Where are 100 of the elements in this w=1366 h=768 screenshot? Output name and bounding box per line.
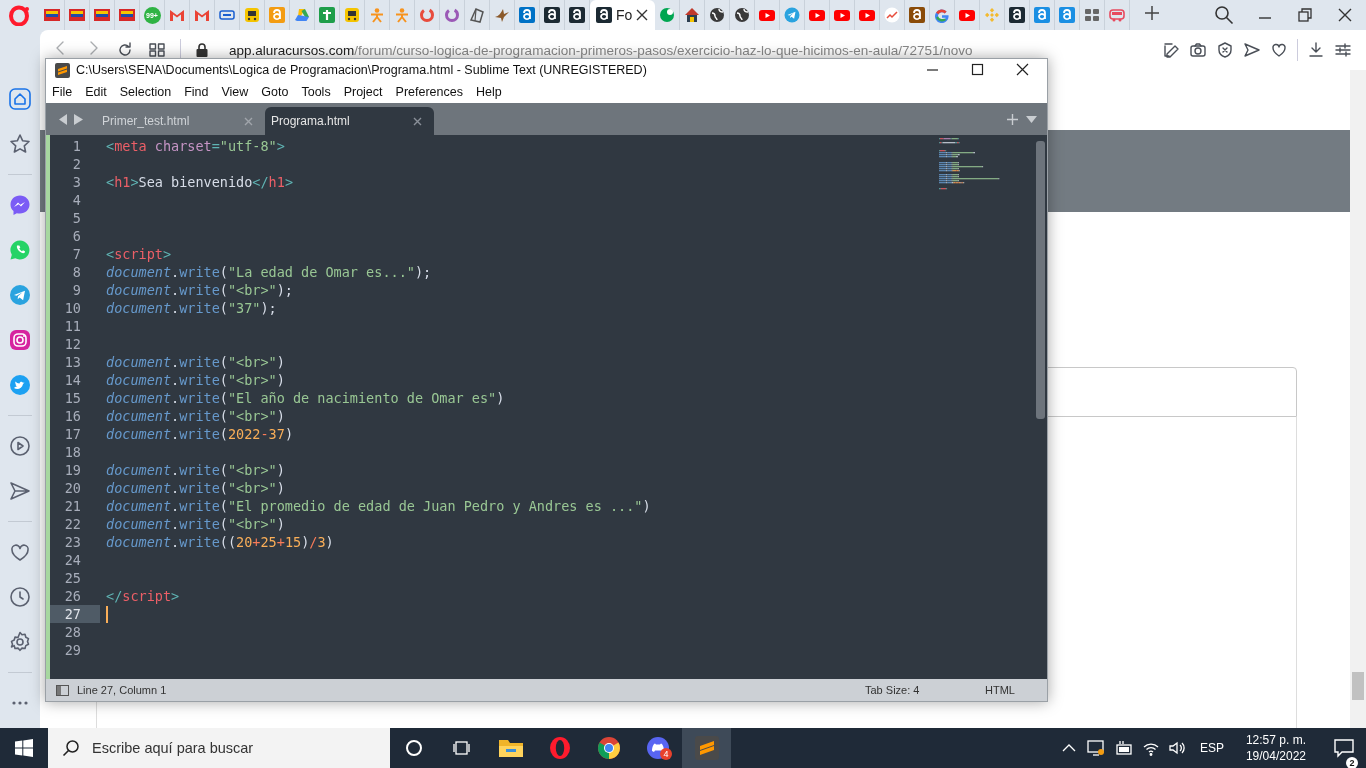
- code-line: document.write(2022-37): [106, 425, 293, 443]
- messenger-icon[interactable]: [9, 194, 31, 216]
- line-number: 13: [63, 353, 82, 371]
- lock-icon: [195, 42, 209, 58]
- code-line: document.write("<br>"): [106, 479, 285, 497]
- close-icon[interactable]: [1336, 6, 1354, 24]
- line-number: 8: [71, 263, 82, 281]
- menu-item[interactable]: File: [52, 85, 73, 99]
- line-number: 21: [63, 497, 82, 515]
- clock-time[interactable]: 12:57 p. m.: [1245, 732, 1306, 748]
- language-indicator[interactable]: ESP: [1199, 741, 1224, 755]
- windows-logo-icon[interactable]: [15, 739, 33, 757]
- code-line: document.write("<br>"): [106, 371, 285, 389]
- line-number: 23: [63, 533, 82, 551]
- sliders-icon[interactable]: [1334, 41, 1352, 59]
- grid-icon[interactable]: [148, 41, 166, 59]
- line-number: 27: [50, 605, 100, 623]
- task-view-icon[interactable]: [453, 739, 471, 757]
- reload-icon[interactable]: [116, 41, 134, 59]
- menu-item[interactable]: Edit: [85, 85, 107, 99]
- menu-item[interactable]: Help: [475, 85, 502, 99]
- code-line: <meta charset="utf-8">: [106, 137, 285, 155]
- maximize-icon[interactable]: [970, 62, 986, 78]
- menu-item[interactable]: Find: [184, 85, 209, 99]
- line-number: 17: [63, 425, 82, 443]
- panel-icon[interactable]: [56, 684, 69, 696]
- line-number: 29: [63, 641, 82, 659]
- line-number: 6: [71, 227, 82, 245]
- code-line: document.write("<br>"): [106, 461, 285, 479]
- send-icon[interactable]: [1243, 41, 1261, 59]
- line-number: 28: [63, 623, 82, 641]
- close-icon[interactable]: [636, 9, 649, 21]
- heart-icon[interactable]: [9, 541, 31, 563]
- line-number: 12: [63, 335, 82, 353]
- snapshot-pen-icon[interactable]: [1162, 41, 1180, 59]
- clock-icon[interactable]: [9, 586, 31, 608]
- line-number: 19: [63, 461, 82, 479]
- line-number: 11: [63, 317, 82, 335]
- home-icon[interactable]: [9, 88, 31, 110]
- heart-icon[interactable]: [1270, 41, 1288, 59]
- menu-item[interactable]: Project: [343, 85, 383, 99]
- dropdown-icon[interactable]: [1026, 113, 1037, 125]
- right-arrow-icon[interactable]: [74, 113, 83, 125]
- code-line: <script>: [106, 245, 172, 263]
- code-line: document.write("<br>");: [106, 281, 293, 299]
- menu-item[interactable]: Preferences: [395, 85, 463, 99]
- menu-item[interactable]: Tools: [301, 85, 331, 99]
- plus-icon[interactable]: [1007, 113, 1018, 125]
- search-field[interactable]: Escribe aquí para buscar: [48, 728, 390, 768]
- line-number: 24: [63, 551, 82, 569]
- restore-icon[interactable]: [1296, 6, 1314, 24]
- scrollbar-thumb[interactable]: [1036, 141, 1045, 419]
- count-badge: 2: [1346, 757, 1358, 768]
- taskbar-app-button[interactable]: 4: [633, 728, 682, 768]
- monitor-icon[interactable]: [1085, 739, 1106, 757]
- window-title: C:\Users\SENA\Documents\Logica de Programacion\Programa.html - Sublime Text (UNREGISTERED): [76, 63, 647, 77]
- send-icon[interactable]: [9, 480, 31, 502]
- code-line: document.write("<br>"): [106, 407, 285, 425]
- line-number: 5: [71, 209, 82, 227]
- notification-icon[interactable]: [1333, 738, 1355, 758]
- clock-date[interactable]: 19/04/2022: [1245, 748, 1306, 764]
- close-icon[interactable]: [1015, 62, 1031, 78]
- menu-item[interactable]: Selection: [119, 85, 172, 99]
- camera-icon[interactable]: [1189, 41, 1207, 59]
- code-line: document.write("<br>"): [106, 515, 285, 533]
- line-number: 22: [63, 515, 82, 533]
- line-number: 18: [63, 443, 82, 461]
- download-icon[interactable]: [1307, 41, 1325, 59]
- search-icon[interactable]: [1214, 5, 1234, 25]
- line-number: 3: [71, 173, 82, 191]
- new-tab-icon[interactable]: [1144, 5, 1160, 21]
- app-logo-icon: [55, 62, 70, 78]
- instagram-icon[interactable]: [9, 329, 31, 351]
- shield-icon[interactable]: [1216, 41, 1234, 59]
- star-icon[interactable]: [9, 133, 31, 155]
- left-arrow-icon[interactable]: [59, 113, 68, 125]
- bird-icon[interactable]: [9, 374, 31, 396]
- code-line: </script>: [106, 587, 180, 605]
- editor-tab[interactable]: Programa.html: [265, 107, 434, 135]
- tab-size[interactable]: Tab Size: 4: [865, 684, 977, 696]
- line-number: 1: [71, 137, 82, 155]
- browser-logo-icon[interactable]: [9, 4, 31, 26]
- line-number: 15: [63, 389, 82, 407]
- telegram-icon[interactable]: [9, 284, 31, 306]
- battery-icon[interactable]: [1113, 739, 1134, 757]
- circle-icon[interactable]: [405, 739, 423, 757]
- line-number: 25: [63, 569, 82, 587]
- settings-icon[interactable]: [9, 631, 31, 653]
- browser-tab[interactable]: Fo: [590, 0, 655, 30]
- play-circle-icon[interactable]: [9, 435, 31, 457]
- syntax-mode[interactable]: HTML: [985, 684, 1047, 696]
- menu-item[interactable]: Goto: [261, 85, 289, 99]
- speaker-icon[interactable]: [1167, 739, 1186, 757]
- line-number: 4: [71, 191, 82, 209]
- line-number: 2: [71, 155, 82, 173]
- cursor-position: Line 27, Column 1: [77, 684, 167, 696]
- line-number: 14: [63, 371, 82, 389]
- line-number: 20: [63, 479, 82, 497]
- line-number: 16: [63, 407, 82, 425]
- menu-item[interactable]: View: [221, 85, 249, 99]
